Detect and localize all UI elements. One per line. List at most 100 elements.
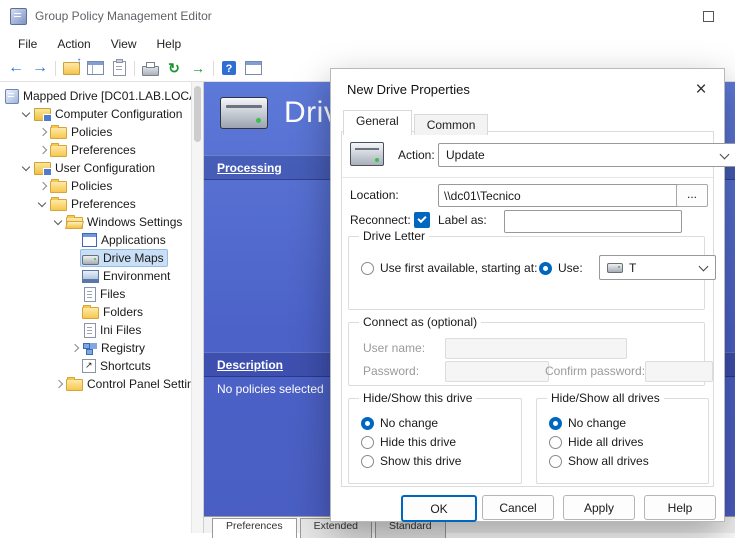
cancel-button[interactable]: Cancel — [482, 495, 554, 520]
menu-view[interactable]: View — [101, 34, 147, 54]
mini-drive-icon — [607, 263, 623, 273]
menu-action[interactable]: Action — [47, 34, 100, 54]
back-button[interactable] — [4, 57, 28, 79]
dialog-tab-general[interactable]: General — [343, 110, 412, 135]
tree-item-user-configuration[interactable]: User Configuration — [0, 159, 203, 177]
tree-item-control-panel-setting[interactable]: Control Panel Setting — [0, 375, 203, 393]
reconnect-label: Reconnect: — [350, 213, 411, 227]
location-input[interactable] — [438, 184, 682, 207]
tree-item-content: Policies — [49, 124, 115, 140]
tree-item-content: Environment — [81, 268, 173, 284]
tree-item-content: Policies — [49, 178, 115, 194]
radio-icon — [361, 417, 374, 430]
show-console-tree-button[interactable] — [83, 57, 107, 79]
radio-option-hide-this-drive[interactable]: Hide this drive — [361, 435, 456, 449]
ini-icon — [84, 323, 96, 338]
radio-icon — [549, 417, 562, 430]
radio-use-first[interactable]: Use first available, starting at: — [361, 261, 537, 275]
tree-scrollbar[interactable] — [191, 82, 203, 533]
window-controls — [691, 1, 725, 31]
reconnect-checkbox[interactable] — [414, 212, 430, 228]
drive-icon — [82, 255, 99, 265]
dialog-tab-common[interactable]: Common — [414, 114, 489, 135]
drive-letter-select[interactable]: T — [599, 255, 716, 280]
menu-bar: FileActionViewHelp — [0, 32, 735, 55]
tree-item-shortcuts[interactable]: Shortcuts — [0, 357, 203, 375]
tree-scrollbar-thumb[interactable] — [194, 86, 201, 142]
chevron-down-icon[interactable] — [20, 108, 33, 121]
folder-icon — [66, 379, 83, 391]
tree-item-content: User Configuration — [33, 160, 158, 176]
tree-item-content: Mapped Drive [DC01.LAB.LOCA — [4, 88, 200, 105]
tree-item-label: Windows Settings — [87, 215, 182, 229]
print-button[interactable] — [138, 57, 162, 79]
folder-icon — [82, 307, 99, 319]
registry-icon — [82, 342, 97, 354]
tree-item-folders[interactable]: Folders — [0, 303, 203, 321]
tree-item-preferences[interactable]: Preferences — [0, 141, 203, 159]
tree-item-preferences[interactable]: Preferences — [0, 195, 203, 213]
tree-item-environment[interactable]: Environment — [0, 267, 203, 285]
tree-item-registry[interactable]: Registry — [0, 339, 203, 357]
tree-item-ini-files[interactable]: Ini Files — [0, 321, 203, 339]
tree-item-applications[interactable]: Applications — [0, 231, 203, 249]
radio-option-no-change[interactable]: No change — [361, 416, 438, 430]
radio-use[interactable]: Use: — [539, 261, 583, 275]
tree-item-computer-configuration[interactable]: Computer Configuration — [0, 105, 203, 123]
tree-item-mapped-drive-dc01-lab-loca[interactable]: Mapped Drive [DC01.LAB.LOCA — [0, 87, 203, 105]
tree-item-policies[interactable]: Policies — [0, 177, 203, 195]
apply-button[interactable]: Apply — [563, 495, 635, 520]
radio-option-no-change[interactable]: No change — [549, 416, 626, 430]
processing-link[interactable]: Processing — [217, 161, 282, 175]
dialog-title: New Drive Properties — [347, 82, 470, 97]
export-list-button[interactable] — [186, 57, 210, 79]
maximize-button[interactable] — [691, 1, 725, 31]
radio-label: Show this drive — [380, 454, 461, 468]
help-button[interactable] — [217, 57, 241, 79]
chevron-down-icon[interactable] — [36, 198, 49, 211]
chevron-right-icon[interactable] — [68, 342, 81, 355]
properties-button[interactable] — [107, 57, 131, 79]
ok-button[interactable]: OK — [401, 495, 477, 522]
chevron-right-icon[interactable] — [36, 180, 49, 193]
tree-item-label: Files — [100, 287, 125, 301]
description-link[interactable]: Description — [217, 358, 283, 372]
tree-item-files[interactable]: Files — [0, 285, 203, 303]
chevron-down-icon[interactable] — [52, 216, 65, 229]
browse-button[interactable]: ... — [676, 184, 708, 207]
username-label: User name: — [363, 341, 425, 355]
shortcut-icon — [82, 359, 96, 373]
radio-option-hide-all-drives[interactable]: Hide all drives — [549, 435, 643, 449]
chevron-down-icon[interactable] — [20, 162, 33, 175]
chevron-right-icon[interactable] — [52, 378, 65, 391]
tree-item-policies[interactable]: Policies — [0, 123, 203, 141]
radio-option-show-all-drives[interactable]: Show all drives — [549, 454, 649, 468]
dialog: New Drive Properties GeneralCommon Actio… — [330, 68, 725, 522]
forward-button[interactable] — [28, 57, 52, 79]
help-button[interactable]: Help — [644, 495, 716, 520]
no-policies-text: No policies selected — [217, 382, 324, 396]
tree-item-label: Policies — [71, 125, 112, 139]
chevron-down-icon — [720, 150, 730, 160]
title-bar: Group Policy Management Editor — [0, 0, 735, 33]
tree-item-content: Control Panel Setting — [65, 376, 203, 392]
up-one-level-button[interactable] — [59, 57, 83, 79]
chevron-right-icon[interactable] — [36, 126, 49, 139]
new-window-button[interactable] — [241, 57, 265, 79]
menu-help[interactable]: Help — [147, 34, 192, 54]
maximize-icon — [703, 11, 714, 22]
dialog-close-button[interactable] — [688, 77, 714, 103]
tree-item-windows-settings[interactable]: Windows Settings — [0, 213, 203, 231]
action-select[interactable]: Update — [438, 143, 735, 167]
view-tab-preferences[interactable]: Preferences — [212, 518, 297, 538]
label-as-label: Label as: — [438, 213, 487, 227]
window-title: Group Policy Management Editor — [35, 9, 212, 23]
radio-option-show-this-drive[interactable]: Show this drive — [361, 454, 461, 468]
location-label: Location: — [350, 188, 399, 202]
menu-file[interactable]: File — [8, 34, 47, 54]
refresh-button[interactable] — [162, 57, 186, 79]
label-as-input[interactable] — [504, 210, 682, 233]
tree-item-content: Registry — [81, 340, 148, 356]
tree-item-drive-maps[interactable]: Drive Maps — [0, 249, 203, 267]
chevron-right-icon[interactable] — [36, 144, 49, 157]
